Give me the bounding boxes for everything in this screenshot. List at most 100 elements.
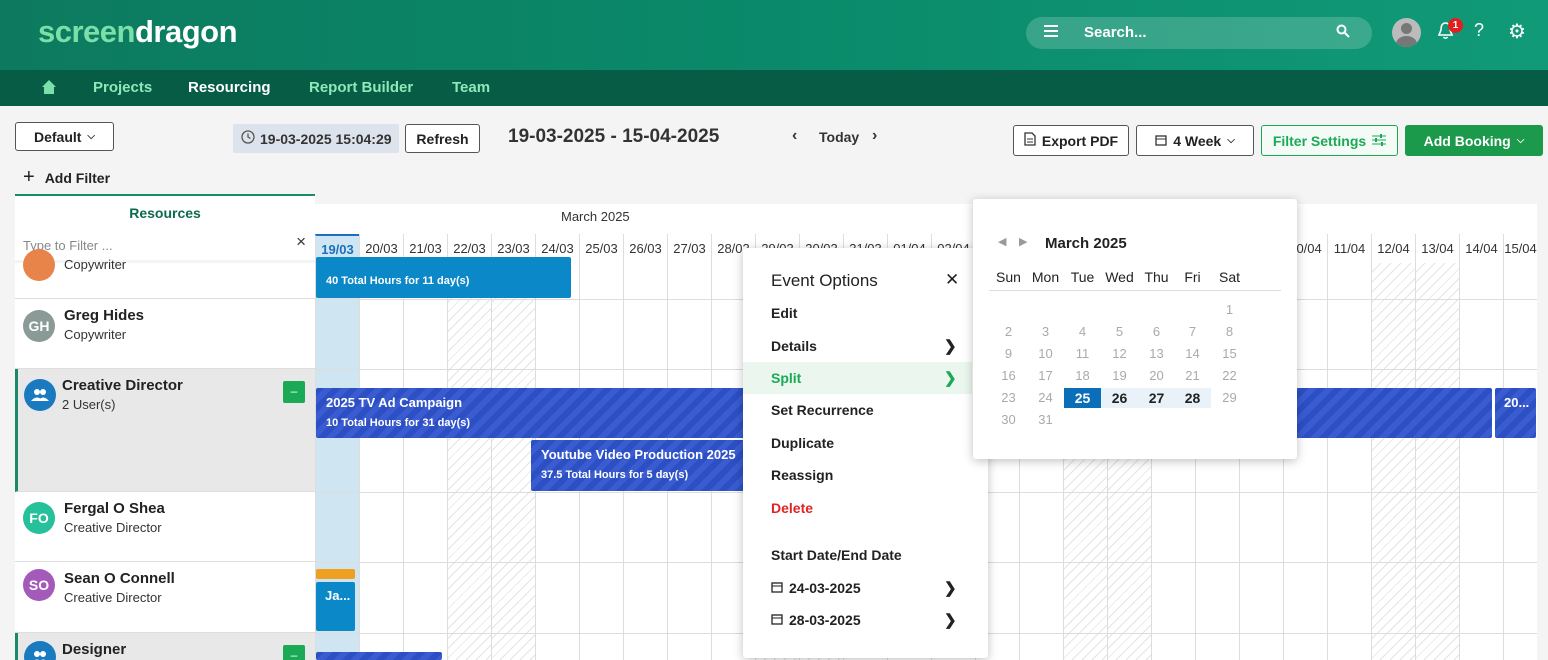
date-picker-day[interactable]: 16 <box>990 366 1027 386</box>
clear-filter-icon[interactable]: × <box>296 232 306 252</box>
day-column[interactable] <box>1327 263 1371 660</box>
date-picker-day[interactable]: 28 <box>1174 388 1211 408</box>
view-select[interactable]: Default ⌵ <box>15 122 114 151</box>
user-avatar[interactable] <box>1392 18 1421 47</box>
close-icon[interactable]: ✕ <box>945 270 959 290</box>
date-picker-day[interactable]: 6 <box>1138 322 1175 342</box>
next-month-icon[interactable]: ▶ <box>1019 235 1027 248</box>
date-picker-day[interactable]: 25 <box>1064 388 1101 408</box>
period-select[interactable]: 4 Week ⌵ <box>1136 125 1254 156</box>
document-icon <box>1024 132 1036 149</box>
resource-row[interactable]: SO Sean O Connell Creative Director <box>15 562 315 633</box>
date-picker-day[interactable]: 23 <box>990 388 1027 408</box>
day-column[interactable] <box>1371 263 1415 660</box>
resources-panel-header: Resources Type to Filter ... × <box>15 194 315 260</box>
add-filter-button[interactable]: + Add Filter <box>23 166 110 189</box>
booking-bar[interactable] <box>316 652 442 660</box>
home-icon[interactable] <box>41 79 57 95</box>
menu-icon[interactable] <box>1044 25 1058 39</box>
day-column[interactable] <box>491 263 535 660</box>
nav-report-builder[interactable]: Report Builder <box>309 79 413 96</box>
main-nav: Projects Resourcing Report Builder Team <box>0 70 1548 106</box>
date-picker-day[interactable]: 22 <box>1211 366 1248 386</box>
booking-bar[interactable]: Youtube Video Production 2025 37.5 Total… <box>531 440 747 491</box>
resource-group-row[interactable]: Designer – <box>15 633 315 660</box>
date-picker-day[interactable]: 24 <box>1027 388 1064 408</box>
resource-row[interactable]: Copywriter <box>15 249 315 299</box>
date-picker-day[interactable]: 31 <box>1027 410 1064 430</box>
refresh-button[interactable]: Refresh <box>405 124 480 153</box>
menu-item-reassign[interactable]: Reassign <box>743 459 972 491</box>
date-picker-day[interactable]: 4 <box>1064 322 1101 342</box>
help-icon[interactable]: ? <box>1474 20 1484 41</box>
nav-team[interactable]: Team <box>452 79 490 96</box>
prev-period-icon[interactable]: ‹ <box>792 127 797 145</box>
date-picker-day[interactable]: 7 <box>1174 322 1211 342</box>
nav-projects[interactable]: Projects <box>93 79 152 96</box>
start-date-picker[interactable]: 24-03-2025 ❯ <box>743 572 972 604</box>
collapse-group-button[interactable]: – <box>283 645 305 660</box>
resource-group-row[interactable]: Creative Director 2 User(s) – <box>15 369 315 492</box>
group-users-icon <box>24 379 56 411</box>
date-picker-day[interactable]: 11 <box>1064 344 1101 364</box>
menu-item-duplicate[interactable]: Duplicate <box>743 427 972 459</box>
menu-item-details[interactable]: Details ❯ <box>743 330 972 362</box>
date-picker-day[interactable]: 9 <box>990 344 1027 364</box>
export-pdf-button[interactable]: Export PDF <box>1013 125 1129 156</box>
resource-row[interactable]: FO Fergal O Shea Creative Director <box>15 492 315 562</box>
add-booking-button[interactable]: Add Booking ⌵ <box>1405 125 1543 156</box>
day-header: 13/04 <box>1415 234 1459 263</box>
date-picker-day[interactable]: 17 <box>1027 366 1064 386</box>
date-picker-day[interactable]: 3 <box>1027 322 1064 342</box>
chevron-down-icon: ⌵ <box>1227 135 1235 146</box>
date-picker-day[interactable]: 29 <box>1211 388 1248 408</box>
day-column[interactable] <box>1459 263 1503 660</box>
date-picker-day[interactable]: 8 <box>1211 322 1248 342</box>
booking-bar[interactable]: 20... <box>1495 388 1536 438</box>
date-picker-day[interactable]: 26 <box>1101 388 1138 408</box>
today-button[interactable]: Today <box>819 129 859 145</box>
menu-item-delete[interactable]: Delete <box>743 492 972 524</box>
resource-row[interactable]: GH Greg Hides Copywriter <box>15 299 315 369</box>
booking-bar[interactable]: Ja... <box>316 582 355 631</box>
date-picker-day[interactable]: 1 <box>1211 300 1248 320</box>
date-picker-day[interactable]: 19 <box>1101 366 1138 386</box>
resource-name: Greg Hides <box>64 307 145 324</box>
date-picker-day[interactable]: 13 <box>1138 344 1175 364</box>
gear-icon[interactable]: ⚙ <box>1508 19 1526 44</box>
menu-item-split[interactable]: Split ❯ <box>743 362 972 394</box>
collapse-group-button[interactable]: – <box>283 381 305 403</box>
date-picker-day[interactable]: 2 <box>990 322 1027 342</box>
date-picker-day[interactable]: 14 <box>1174 344 1211 364</box>
next-period-icon[interactable]: › <box>872 127 877 145</box>
day-column[interactable] <box>1415 263 1459 660</box>
day-column[interactable] <box>359 263 403 660</box>
date-picker-day[interactable]: 20 <box>1138 366 1175 386</box>
date-picker-day[interactable]: 10 <box>1027 344 1064 364</box>
search-icon[interactable] <box>1336 24 1350 41</box>
day-column[interactable] <box>403 263 447 660</box>
date-picker-day[interactable]: 27 <box>1138 388 1175 408</box>
day-column[interactable] <box>447 263 491 660</box>
booking-bar[interactable]: 40 Total Hours for 11 day(s) <box>316 257 571 298</box>
date-picker-day[interactable]: 30 <box>990 410 1027 430</box>
date-picker-day[interactable]: 18 <box>1064 366 1101 386</box>
menu-item-edit[interactable]: Edit <box>743 297 972 329</box>
menu-item-set-recurrence[interactable]: Set Recurrence <box>743 394 972 426</box>
nav-resourcing[interactable]: Resourcing <box>188 79 271 96</box>
prev-month-icon[interactable]: ◀ <box>998 235 1006 248</box>
resource-role: Copywriter <box>64 327 127 342</box>
global-search[interactable]: Search... <box>1026 17 1372 49</box>
date-picker-day[interactable]: 5 <box>1101 322 1138 342</box>
search-input[interactable]: Search... <box>1084 24 1147 41</box>
notification-badge: 1 <box>1448 18 1463 33</box>
date-picker-day[interactable]: 21 <box>1174 366 1211 386</box>
date-picker-day[interactable]: 15 <box>1211 344 1248 364</box>
chevron-right-icon: ❯ <box>944 612 957 629</box>
day-column[interactable] <box>1503 263 1537 660</box>
end-date-picker[interactable]: 28-03-2025 ❯ <box>743 604 972 636</box>
app-logo[interactable]: screendragon <box>38 14 238 50</box>
filter-settings-button[interactable]: Filter Settings <box>1261 125 1398 156</box>
booking-marker[interactable] <box>316 569 355 579</box>
date-picker-day[interactable]: 12 <box>1101 344 1138 364</box>
